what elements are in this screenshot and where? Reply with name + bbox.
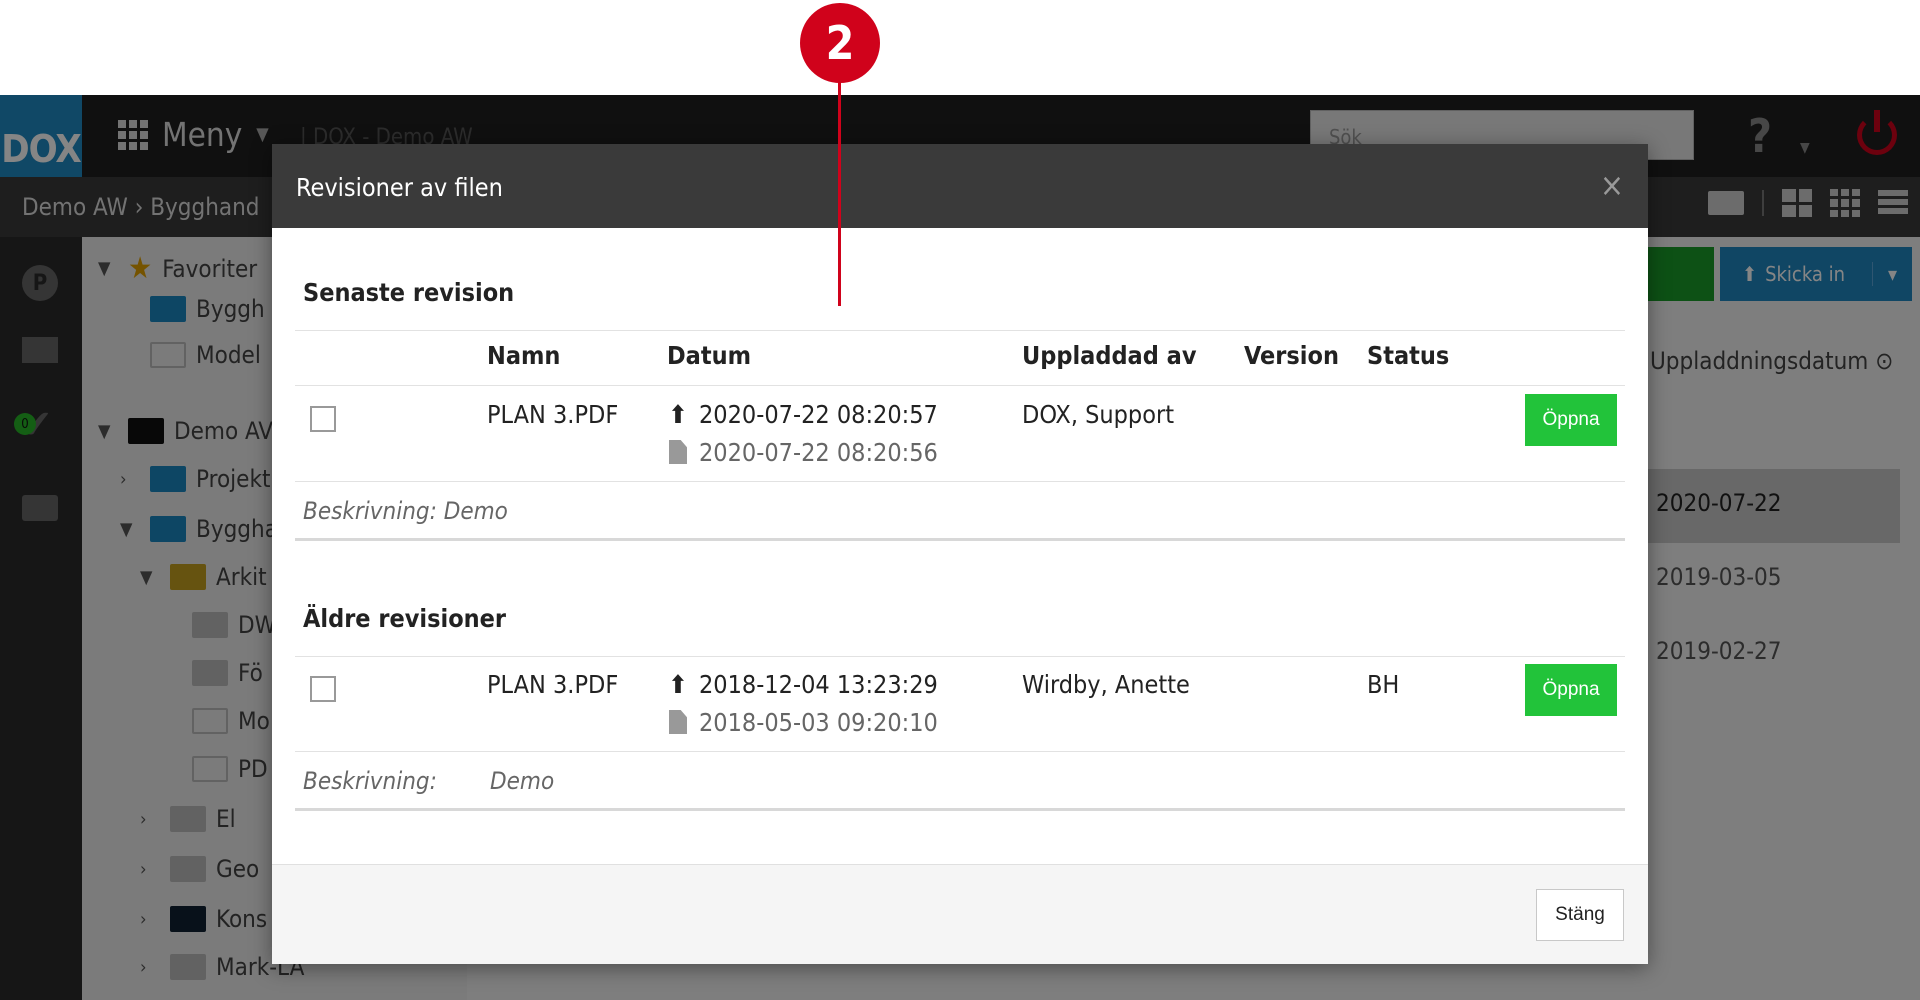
column-header-version: Version [1244, 341, 1339, 370]
dialog-header: Revisioner av filen × [272, 144, 1648, 228]
column-header-uploaded-by: Uppladdad av [1022, 341, 1197, 370]
close-icon[interactable]: × [1600, 166, 1624, 204]
close-button[interactable]: Stäng [1536, 889, 1624, 941]
revision-description: Beskrivning: Demo [303, 497, 508, 525]
file-name: PLAN 3.PDF [487, 400, 619, 429]
upload-date-value: 2018-12-04 13:23:29 [699, 670, 938, 699]
upload-date: ⬆ 2018-12-04 13:23:29 [667, 670, 938, 699]
divider [295, 808, 1625, 811]
upload-date: ⬆ 2020-07-22 08:20:57 [667, 400, 938, 429]
upload-arrow-icon: ⬆ [668, 670, 688, 699]
uploaded-by: DOX, Support [1022, 400, 1175, 429]
callout-pointer [838, 70, 841, 306]
older-revisions-heading: Äldre revisioner [303, 604, 507, 633]
file-date: 2018-05-03 09:20:10 [667, 708, 938, 737]
divider [295, 330, 1625, 331]
latest-revision-heading: Senaste revision [303, 278, 515, 307]
uploaded-by: Wirdby, Anette [1022, 670, 1190, 699]
open-button[interactable]: Öppna [1525, 394, 1617, 446]
open-button[interactable]: Öppna [1525, 664, 1617, 716]
document-icon [669, 440, 687, 464]
column-header-name: Namn [487, 341, 561, 370]
divider [295, 538, 1625, 541]
divider [295, 656, 1625, 657]
dialog-title: Revisioner av filen [296, 173, 503, 202]
divider [295, 481, 1625, 482]
divider [295, 751, 1625, 752]
file-date-value: 2020-07-22 08:20:56 [699, 438, 938, 467]
revisions-dialog: Revisioner av filen × Senaste revision N… [272, 144, 1648, 964]
file-date: 2020-07-22 08:20:56 [667, 438, 938, 467]
file-date-value: 2018-05-03 09:20:10 [699, 708, 938, 737]
callout-badge: 2 [800, 3, 880, 83]
upload-arrow-icon: ⬆ [668, 400, 688, 429]
upload-date-value: 2020-07-22 08:20:57 [699, 400, 938, 429]
revision-description-label: Beskrivning: [303, 767, 437, 795]
divider [295, 385, 1625, 386]
file-name: PLAN 3.PDF [487, 670, 619, 699]
dialog-footer: Stäng [272, 864, 1648, 964]
document-icon [669, 710, 687, 734]
column-header-date: Datum [667, 341, 752, 370]
select-revision-checkbox[interactable] [310, 406, 336, 432]
select-revision-checkbox[interactable] [310, 676, 336, 702]
revision-description-value: Demo [490, 767, 555, 795]
status-value: BH [1367, 670, 1400, 699]
column-header-status: Status [1367, 341, 1450, 370]
